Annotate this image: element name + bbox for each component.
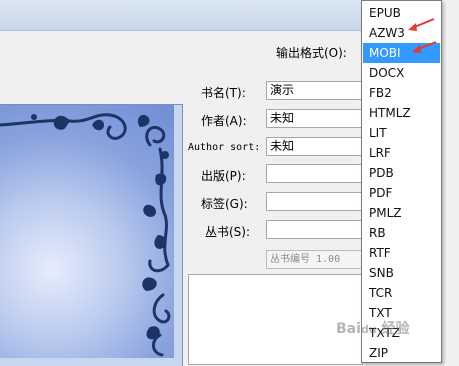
book-cover-image [0, 105, 174, 358]
watermark-logo: Baidu 经验 [336, 321, 410, 337]
tags-field[interactable] [266, 192, 362, 211]
format-option-pmlz[interactable]: PMLZ [363, 203, 440, 223]
title-label: 书名(T): [201, 86, 246, 100]
annotation-arrow-icon [412, 41, 437, 53]
format-option-snb[interactable]: SNB [363, 263, 440, 283]
series-label: 丛书(S): [205, 225, 251, 239]
format-option-zip[interactable]: ZIP [363, 343, 440, 363]
format-option-rtf[interactable]: RTF [363, 243, 440, 263]
format-option-docx[interactable]: DOCX [363, 63, 440, 83]
format-option-rb[interactable]: RB [363, 223, 440, 243]
author-sort-label: Author sort: [188, 142, 261, 153]
format-option-tcr[interactable]: TCR [363, 283, 440, 303]
tags-label: 标签(G): [201, 197, 248, 211]
publisher-label: 出版(P): [201, 169, 246, 183]
title-field[interactable]: 演示 [266, 81, 362, 100]
series-number-spinbox[interactable]: 丛书编号 1.00 [266, 250, 362, 269]
format-option-pdf[interactable]: PDF [363, 183, 440, 203]
format-option-htmlz[interactable]: HTMLZ [363, 103, 440, 123]
annotation-arrow-icon [408, 18, 435, 31]
author-field[interactable]: 未知 [266, 109, 362, 128]
format-option-fb2[interactable]: FB2 [363, 83, 440, 103]
series-field[interactable] [266, 220, 362, 239]
format-option-pdb[interactable]: PDB [363, 163, 440, 183]
ornament-icon [0, 113, 171, 357]
format-option-lit[interactable]: LIT [363, 123, 440, 143]
cover-image-frame[interactable] [0, 104, 183, 366]
window-right-edge [442, 0, 459, 365]
publisher-field[interactable] [266, 164, 362, 183]
output-format-label: 输出格式(O): [276, 46, 347, 60]
author-label: 作者(A): [201, 114, 247, 128]
author-sort-field[interactable]: 未知 [266, 137, 362, 156]
format-option-lrf[interactable]: LRF [363, 143, 440, 163]
